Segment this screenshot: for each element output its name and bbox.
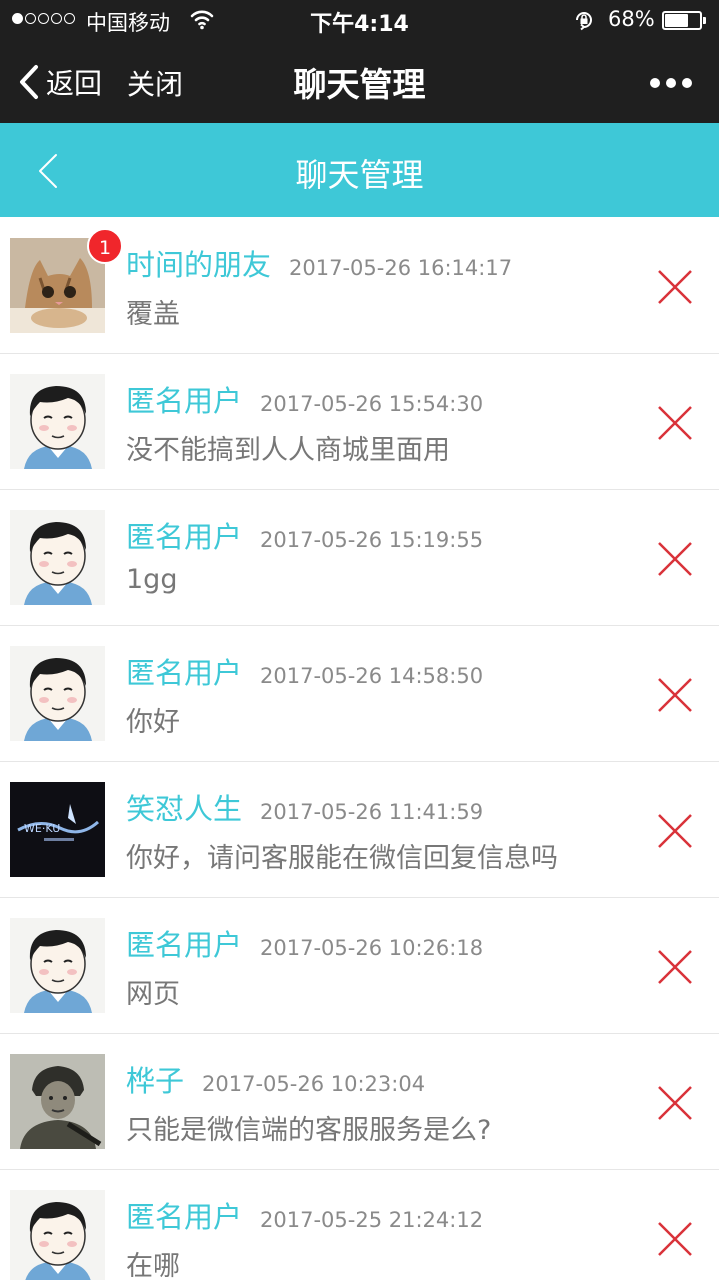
chat-item[interactable]: 匿名用户 2017-05-26 15:19:55 1gg xyxy=(0,490,719,626)
cartoon-boy-icon xyxy=(10,510,105,605)
delete-x-icon[interactable] xyxy=(656,676,694,714)
sender-name: 桦子 xyxy=(126,1064,185,1098)
soldier-photo-icon xyxy=(10,1054,105,1149)
message-preview: 覆盖 xyxy=(126,299,180,330)
cartoon-boy-icon xyxy=(10,1190,105,1280)
avatar xyxy=(10,1054,105,1149)
message-preview: 没不能搞到人人商城里面用 xyxy=(126,435,450,466)
delete-x-icon[interactable] xyxy=(656,268,694,306)
app-title: 聊天管理 xyxy=(295,156,424,194)
chat-item[interactable]: WE·KU 笑怼人生 2017-05-26 11:41:59 你好，请问客服能在微… xyxy=(0,762,719,898)
chat-item[interactable]: 桦子 2017-05-26 10:23:04 只能是微信端的客服服务是么? xyxy=(0,1034,719,1170)
timestamp: 2017-05-25 21:24:12 xyxy=(260,1208,484,1232)
avatar: WE·KU xyxy=(10,782,105,877)
timestamp: 2017-05-26 10:26:18 xyxy=(260,936,484,960)
cartoon-boy-icon xyxy=(10,374,105,469)
cartoon-boy-icon xyxy=(10,646,105,741)
dark-logo-icon: WE·KU xyxy=(10,782,105,877)
message-preview: 网页 xyxy=(126,979,180,1010)
chat-item[interactable]: 匿名用户 2017-05-26 14:58:50 你好 xyxy=(0,626,719,762)
chat-item[interactable]: 匿名用户 2017-05-26 10:26:18 网页 xyxy=(0,898,719,1034)
delete-x-icon[interactable] xyxy=(656,1084,694,1122)
avatar xyxy=(10,918,105,1013)
delete-x-icon[interactable] xyxy=(656,948,694,986)
sender-name: 匿名用户 xyxy=(126,656,243,690)
chat-item[interactable]: 匿名用户 2017-05-25 21:24:12 在哪 xyxy=(0,1170,719,1280)
app-header: 聊天管理 xyxy=(0,123,719,217)
timestamp: 2017-05-26 16:14:17 xyxy=(289,256,513,280)
delete-x-icon[interactable] xyxy=(656,404,694,442)
sender-name: 匿名用户 xyxy=(126,384,243,418)
cartoon-boy-icon xyxy=(10,918,105,1013)
status-bar: 中国移动 下午4:14 68% xyxy=(0,0,719,40)
sender-name: 笑怼人生 xyxy=(126,792,243,826)
avatar xyxy=(10,374,105,469)
timestamp: 2017-05-26 11:41:59 xyxy=(260,800,484,824)
battery-icon xyxy=(662,11,708,30)
chat-item[interactable]: 匿名用户 2017-05-26 15:54:30 没不能搞到人人商城里面用 xyxy=(0,354,719,490)
chat-list: 1 时间的朋友 2017-05-26 16:14:17 覆盖 匿名用户 2017-0… xyxy=(0,218,719,1280)
timestamp: 2017-05-26 14:58:50 xyxy=(260,664,484,688)
sender-name: 时间的朋友 xyxy=(126,248,272,282)
sender-name: 匿名用户 xyxy=(126,520,243,554)
avatar xyxy=(10,646,105,741)
page-title: 聊天管理 xyxy=(293,65,426,104)
message-preview: 1gg xyxy=(126,564,178,595)
sender-name: 匿名用户 xyxy=(126,928,243,962)
timestamp: 2017-05-26 15:19:55 xyxy=(260,528,484,552)
delete-x-icon[interactable] xyxy=(656,540,694,578)
delete-x-icon[interactable] xyxy=(656,1220,694,1258)
message-preview: 只能是微信端的客服服务是么? xyxy=(126,1115,492,1146)
message-preview: 在哪 xyxy=(126,1251,180,1280)
timestamp: 2017-05-26 10:23:04 xyxy=(202,1072,426,1096)
wechat-header: 返回 关闭 聊天管理 xyxy=(0,40,719,123)
timestamp: 2017-05-26 15:54:30 xyxy=(260,392,484,416)
sender-name: 匿名用户 xyxy=(126,1200,243,1234)
unread-badge: 1 xyxy=(87,228,123,264)
message-preview: 你好 xyxy=(126,707,180,738)
battery-percent: 68% xyxy=(608,7,655,31)
chat-item[interactable]: 1 时间的朋友 2017-05-26 16:14:17 覆盖 xyxy=(0,218,719,354)
avatar xyxy=(10,1190,105,1280)
svg-text:WE·KU: WE·KU xyxy=(24,822,60,835)
more-dots-icon[interactable] xyxy=(650,78,692,88)
message-preview: 你好，请问客服能在微信回复信息吗 xyxy=(126,843,558,874)
delete-x-icon[interactable] xyxy=(656,812,694,850)
avatar xyxy=(10,510,105,605)
rotation-lock-icon xyxy=(576,12,592,31)
